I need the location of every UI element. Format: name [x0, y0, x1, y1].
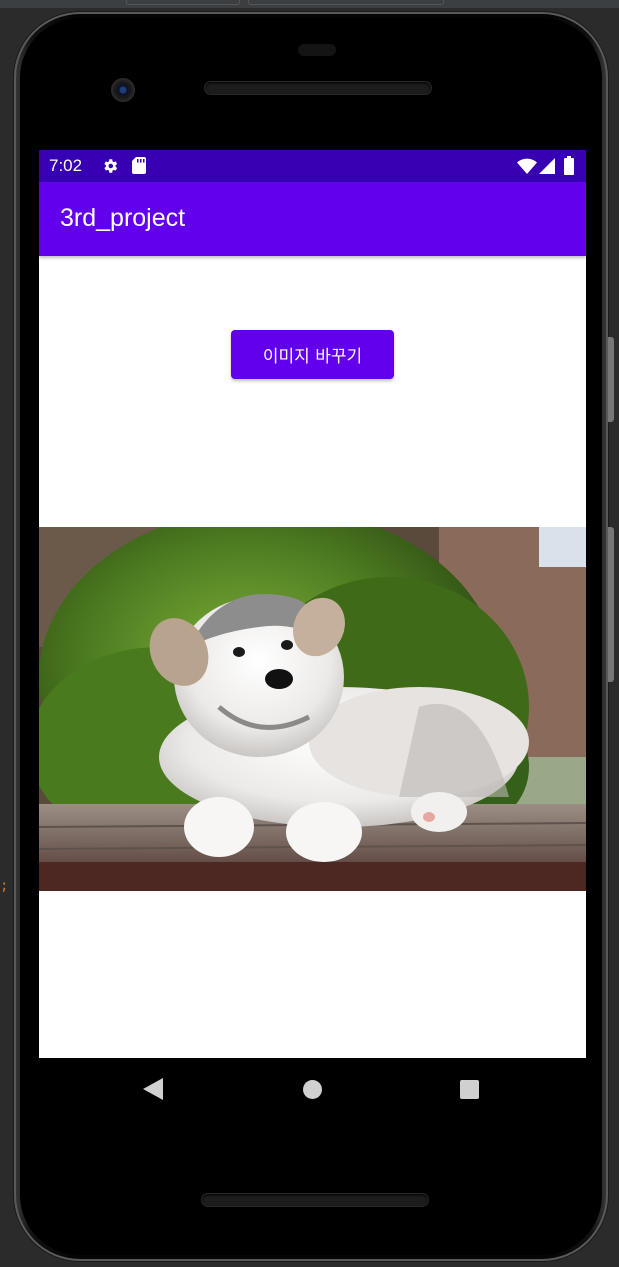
puppy-photo: [39, 527, 586, 891]
front-camera: [111, 78, 135, 102]
app-screen: 7:02 3rd_project 이미지 바꾸기: [39, 150, 586, 1108]
bottom-speaker: [202, 1194, 428, 1206]
sd-card-icon: [132, 157, 146, 174]
proximity-sensor: [298, 44, 336, 56]
status-time: 7:02: [49, 156, 83, 175]
app-toolbar: 3rd_project: [39, 182, 586, 256]
volume-button[interactable]: [608, 337, 614, 422]
battery-icon: [564, 156, 574, 175]
change-image-button[interactable]: 이미지 바꾸기: [231, 330, 394, 379]
puppy-image: [39, 527, 586, 891]
settings-gear-icon: [104, 159, 118, 173]
navigation-bar: [39, 1058, 586, 1120]
power-button[interactable]: [608, 527, 614, 682]
ide-toolbar-strip: [0, 0, 619, 8]
earpiece-speaker: [205, 82, 431, 94]
app-title: 3rd_project: [60, 204, 186, 232]
recents-icon[interactable]: [460, 1080, 479, 1099]
ide-code-fragment: ;: [0, 878, 9, 894]
ide-tab: [248, 0, 444, 5]
cell-signal-icon: [539, 158, 555, 174]
home-icon[interactable]: [303, 1080, 322, 1099]
back-icon[interactable]: [143, 1078, 163, 1100]
ide-tab: [126, 0, 240, 5]
status-bar: 7:02: [39, 150, 586, 182]
wifi-icon: [517, 158, 537, 174]
